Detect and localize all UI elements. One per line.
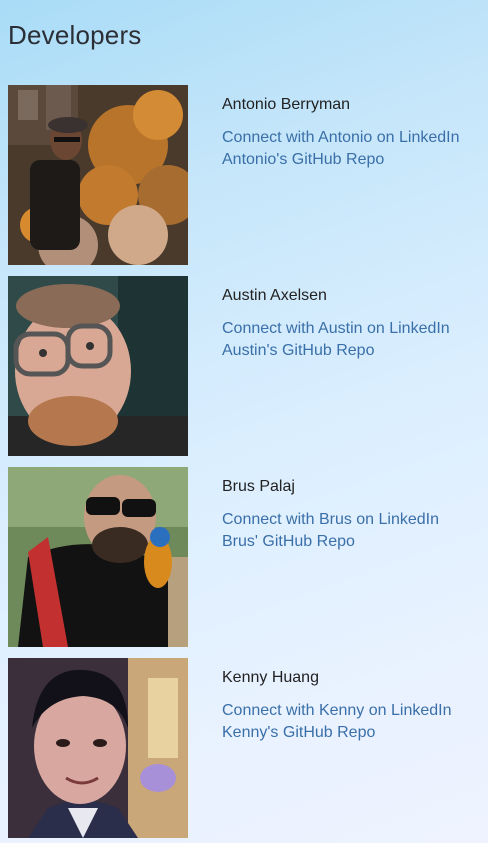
developer-info: Brus Palaj Connect with Brus on LinkedIn… [222, 477, 482, 553]
developer-card: Kenny Huang Connect with Kenny on Linked… [8, 658, 478, 838]
developer-photo [8, 276, 188, 456]
linkedin-link[interactable]: Connect with Austin on LinkedIn [222, 318, 482, 340]
github-link[interactable]: Antonio's GitHub Repo [222, 149, 482, 171]
developer-photo [8, 467, 188, 647]
developer-list: Antonio Berryman Connect with Antonio on… [8, 85, 478, 843]
developer-info: Antonio Berryman Connect with Antonio on… [222, 95, 482, 171]
developer-card: Austin Axelsen Connect with Austin on Li… [8, 276, 478, 456]
developer-name: Antonio Berryman [222, 96, 351, 113]
developer-photo [8, 85, 188, 265]
developer-name: Austin Axelsen [222, 287, 327, 304]
github-link[interactable]: Kenny's GitHub Repo [222, 722, 482, 744]
developer-info: Kenny Huang Connect with Kenny on Linked… [222, 668, 482, 744]
linkedin-link[interactable]: Connect with Kenny on LinkedIn [222, 700, 482, 722]
developer-name: Brus Palaj [222, 478, 295, 495]
page-title: Developers [8, 20, 142, 50]
github-link[interactable]: Brus' GitHub Repo [222, 531, 482, 553]
linkedin-link[interactable]: Connect with Brus on LinkedIn [222, 509, 482, 531]
linkedin-link[interactable]: Connect with Antonio on LinkedIn [222, 127, 482, 149]
developer-card: Brus Palaj Connect with Brus on LinkedIn… [8, 467, 478, 647]
photo-austin [8, 276, 188, 456]
photo-antonio [8, 85, 188, 265]
developer-card: Antonio Berryman Connect with Antonio on… [8, 85, 478, 265]
photo-kenny [8, 658, 188, 838]
github-link[interactable]: Austin's GitHub Repo [222, 340, 482, 362]
developer-photo [8, 658, 188, 838]
developer-info: Austin Axelsen Connect with Austin on Li… [222, 286, 482, 362]
photo-brus [8, 467, 188, 647]
developer-name: Kenny Huang [222, 669, 319, 686]
